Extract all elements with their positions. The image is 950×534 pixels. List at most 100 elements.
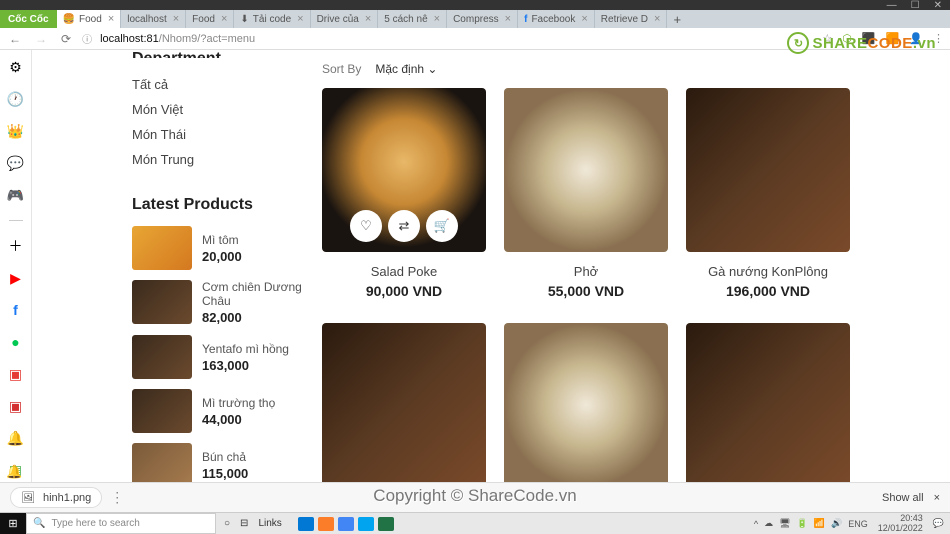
wifi-icon[interactable]: 📶 <box>814 518 825 529</box>
list-item[interactable]: Mì tôm20,000 <box>132 226 312 270</box>
red-app-icon2[interactable]: ▣ <box>7 397 25 415</box>
retweet-icon[interactable]: ⇄ <box>388 210 420 242</box>
browser-brand[interactable]: Cốc Cốc <box>0 10 57 28</box>
tab-food2[interactable]: Food× <box>186 10 234 28</box>
taskbar-clock[interactable]: 20:43 12/01/2022 <box>874 514 927 534</box>
list-item[interactable]: Yentafo mì hồng163,000 <box>132 335 312 379</box>
product-image <box>686 88 850 252</box>
reload-button[interactable]: ⟳ <box>58 32 74 46</box>
messenger-icon[interactable]: 💬 <box>7 154 25 172</box>
language-indicator[interactable]: ENG <box>848 519 868 529</box>
sort-select[interactable]: Mặc định ⌄ <box>375 62 437 76</box>
product-card[interactable]: Gà nướng KonPlông 196,000 VND <box>686 88 850 299</box>
cart-icon[interactable]: 🛒 <box>426 210 458 242</box>
taskview-icon[interactable]: ⊟ <box>240 518 248 529</box>
tray-chevron-icon[interactable]: ^ <box>754 519 758 529</box>
youtube-icon[interactable]: ▶ <box>7 269 25 287</box>
cortana-icon[interactable]: ○ <box>224 518 230 529</box>
plus-icon[interactable]: ＋ <box>7 237 25 255</box>
clock-icon[interactable]: 🕐 <box>7 90 25 108</box>
category-thai[interactable]: Món Thái <box>132 122 312 147</box>
image-file-icon: 🖼 <box>21 491 35 504</box>
category-viet[interactable]: Món Việt <box>132 97 312 122</box>
taskbar-search[interactable]: 🔍 Type here to search <box>26 513 216 534</box>
product-card[interactable]: ShareCode.vn <box>322 323 486 482</box>
tray-icon[interactable]: 🔋 <box>797 518 808 529</box>
window-titlebar: — ☐ ✕ <box>0 0 950 10</box>
close-downloads-icon[interactable]: × <box>934 492 940 504</box>
close-icon[interactable]: × <box>108 13 114 25</box>
tab-taicode[interactable]: ⬇Tải code× <box>234 10 310 28</box>
search-placeholder: Type here to search <box>51 518 139 529</box>
tab-localhost[interactable]: localhost× <box>121 10 186 28</box>
tab-5cach[interactable]: 5 cách nê× <box>378 10 447 28</box>
tab-retrieve[interactable]: Retrieve D× <box>595 10 668 28</box>
taskbar-app[interactable] <box>338 517 354 531</box>
product-thumb <box>132 443 192 482</box>
browser-tabbar: Cốc Cốc 🍔Food× localhost× Food× ⬇Tải cod… <box>0 10 950 28</box>
download-item[interactable]: 🖼 hinh1.png <box>10 487 102 508</box>
product-image <box>504 323 668 482</box>
category-all[interactable]: Tất cả <box>132 72 312 97</box>
product-card[interactable]: Phở 55,000 VND <box>504 88 668 299</box>
product-card[interactable]: ♡ ⇄ 🛒 Salad Poke 90,000 VND <box>322 88 486 299</box>
product-image: ShareCode.vn <box>322 323 486 482</box>
windows-taskbar: ⊞ 🔍 Type here to search ○ ⊟ Links ^ ☁ 🖥 … <box>0 512 950 534</box>
notification-bell-icon[interactable]: 🔔 <box>6 464 22 480</box>
category-trung[interactable]: Món Trung <box>132 147 312 172</box>
chevron-down-icon: ⌄ <box>427 62 437 76</box>
product-thumb <box>132 226 192 270</box>
bell-app-icon[interactable]: 🔔 <box>7 429 25 447</box>
product-price: 55,000 VND <box>504 283 668 299</box>
list-item[interactable]: Bún chả115,000 <box>132 443 312 482</box>
taskbar-app[interactable] <box>378 517 394 531</box>
tab-food[interactable]: 🍔Food× <box>57 10 122 28</box>
category-list: Tất cả Món Việt Món Thái Món Trung <box>132 72 312 172</box>
product-grid: ♡ ⇄ 🛒 Salad Poke 90,000 VND Phở 55,000 V… <box>322 88 850 299</box>
taskbar-app[interactable] <box>318 517 334 531</box>
latest-products-list: Mì tôm20,000 Cơm chiên Dương Châu82,000 … <box>132 226 312 482</box>
window-close[interactable]: ✕ <box>934 0 942 11</box>
notification-center-icon[interactable]: 💬 <box>933 518 944 529</box>
list-item[interactable]: Mì trường thọ44,000 <box>132 389 312 433</box>
tray-icon[interactable]: ☁ <box>764 518 773 529</box>
product-name: Gà nướng KonPlông <box>686 264 850 279</box>
page-content: Department Tất cả Món Việt Món Thái Món … <box>32 50 950 482</box>
window-maximize[interactable]: ☐ <box>911 0 920 11</box>
game-icon[interactable]: 🎮 <box>7 186 25 204</box>
latest-heading: Latest Products <box>132 196 312 214</box>
tab-drive[interactable]: Drive của× <box>311 10 379 28</box>
list-item[interactable]: Cơm chiên Dương Châu82,000 <box>132 280 312 325</box>
tab-compress[interactable]: Compress× <box>447 10 518 28</box>
search-icon: 🔍 <box>33 518 45 529</box>
product-thumb <box>132 389 192 433</box>
start-button[interactable]: ⊞ <box>0 513 26 534</box>
site-info-icon[interactable]: ⓘ <box>82 31 92 46</box>
window-minimize[interactable]: — <box>887 0 897 11</box>
facebook-icon[interactable]: f <box>7 301 25 319</box>
new-tab-button[interactable]: + <box>667 12 687 27</box>
forward-button[interactable]: → <box>32 32 50 46</box>
product-thumb <box>132 280 192 324</box>
taskbar-app[interactable] <box>358 517 374 531</box>
product-name: Phở <box>504 264 668 279</box>
links-label[interactable]: Links <box>258 518 281 529</box>
tray-icon[interactable]: 🖥 <box>779 518 790 529</box>
product-card[interactable] <box>504 323 668 482</box>
heart-icon[interactable]: ♡ <box>350 210 382 242</box>
red-app-icon[interactable]: ▣ <box>7 365 25 383</box>
show-all-link[interactable]: Show all <box>882 492 924 504</box>
product-image: ♡ ⇄ 🛒 <box>322 88 486 252</box>
taskbar-app[interactable] <box>298 517 314 531</box>
tab-facebook[interactable]: fFacebook× <box>518 10 595 28</box>
product-card[interactable] <box>686 323 850 482</box>
green-icon[interactable]: ● <box>7 333 25 351</box>
back-button[interactable]: ← <box>6 32 24 46</box>
url-input[interactable]: localhost:81/Nhom9/?act=menu <box>100 33 814 45</box>
volume-icon[interactable]: 🔊 <box>831 518 842 529</box>
copyright-watermark: Copyright © ShareCode.vn <box>373 486 576 506</box>
download-menu-icon[interactable]: ⋮ <box>110 489 124 506</box>
sort-bar: Sort By Mặc định ⌄ <box>322 50 850 88</box>
gear-icon[interactable]: ⚙ <box>7 58 25 76</box>
crown-icon[interactable]: 👑 <box>7 122 25 140</box>
